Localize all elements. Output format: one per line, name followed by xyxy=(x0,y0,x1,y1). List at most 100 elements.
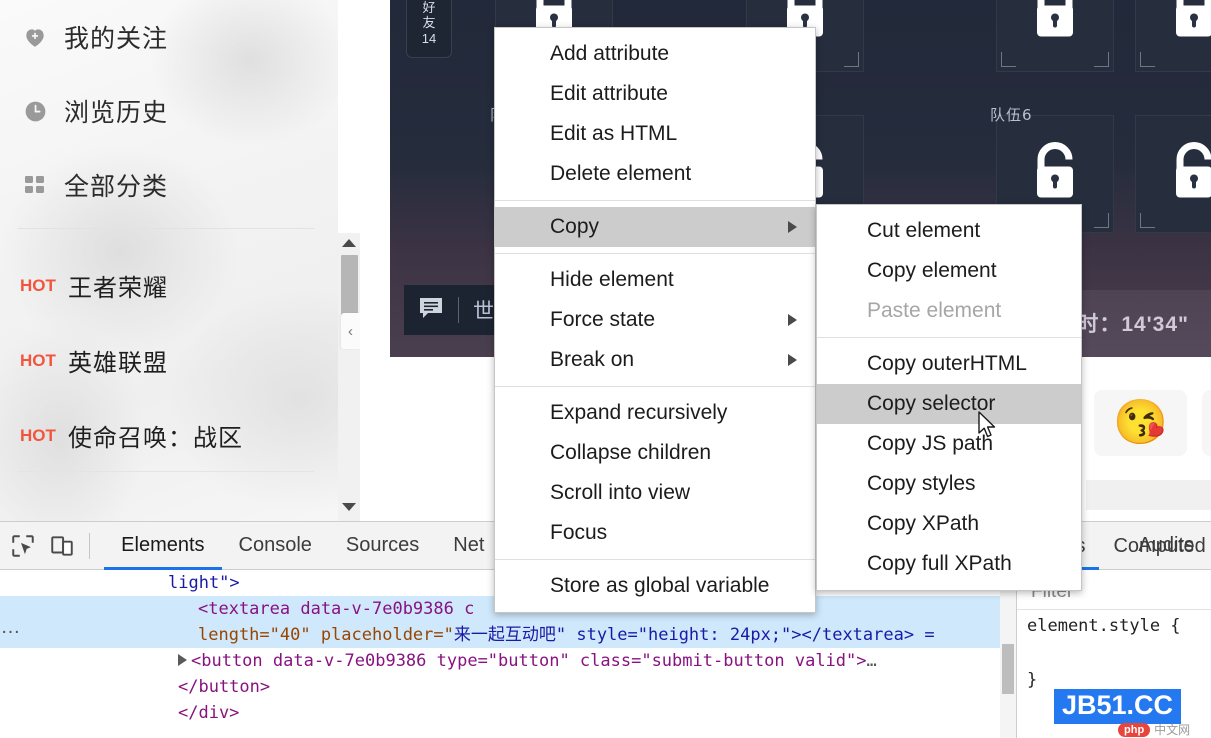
menu-item-scroll-into-view[interactable]: Scroll into view xyxy=(495,473,815,513)
menu-item-cut-element[interactable]: Cut element xyxy=(817,211,1081,251)
watermark-main: JB51.CC xyxy=(1054,689,1181,724)
menu-item-label: Expand recursively xyxy=(550,401,727,425)
menu-item-label: Copy element xyxy=(867,259,997,283)
php-badge: php xyxy=(1118,723,1150,737)
list-item-label: 英雄联盟 xyxy=(68,343,168,378)
tab-label: Console xyxy=(239,534,312,557)
menu-item-label: Add attribute xyxy=(550,42,669,66)
chevron-right-icon xyxy=(788,354,797,366)
list-item[interactable]: HOT 使命召唤：战区 xyxy=(0,398,330,473)
tab-label: Elements xyxy=(121,534,204,557)
tab-sources[interactable]: Sources xyxy=(329,522,436,570)
menu-item-label: Copy full XPath xyxy=(867,552,1012,576)
menu-item-break-on[interactable]: Break on xyxy=(495,340,815,380)
code-line[interactable]: <button data-v-7e0b9386 type="button" cl… xyxy=(0,648,1000,674)
watermark-sub-label: 中文网 xyxy=(1154,721,1190,738)
divider xyxy=(458,297,459,323)
tab-label: Sources xyxy=(346,534,419,557)
elements-scrollbar[interactable] xyxy=(1000,570,1016,738)
menu-item-copy-selector[interactable]: Copy selector xyxy=(817,384,1081,424)
code-token: 来一起互动吧 xyxy=(454,625,556,645)
menu-item-delete-element[interactable]: Delete element xyxy=(495,154,815,194)
menu-divider xyxy=(495,386,815,387)
menu-item-focus[interactable]: Focus xyxy=(495,513,815,553)
tab-console[interactable]: Console xyxy=(222,522,329,570)
menu-item-expand-recursively[interactable]: Expand recursively xyxy=(495,393,815,433)
menu-item-add-attribute[interactable]: Add attribute xyxy=(495,34,815,74)
device-toolbar-icon[interactable] xyxy=(46,526,80,566)
chevron-right-icon xyxy=(788,314,797,326)
menu-divider xyxy=(495,200,815,201)
menu-item-collapse-children[interactable]: Collapse children xyxy=(495,433,815,473)
menu-item-label: Edit as HTML xyxy=(550,122,677,146)
menu-item-copy-full-xpath[interactable]: Copy full XPath xyxy=(817,544,1081,584)
emoji-picker-panel[interactable]: 😘 xyxy=(1086,372,1211,510)
menu-item-hide-element[interactable]: Hide element xyxy=(495,260,815,300)
menu-item-force-state[interactable]: Force state xyxy=(495,300,815,340)
team-slot[interactable] xyxy=(1135,115,1211,233)
context-menu[interactable]: Add attribute Edit attribute Edit as HTM… xyxy=(494,27,816,613)
menu-item-copy-element[interactable]: Copy element xyxy=(817,251,1081,291)
heart-plus-icon xyxy=(22,24,48,50)
code-line[interactable]: </div> xyxy=(0,700,1000,726)
scroll-up-arrow-icon[interactable] xyxy=(338,233,360,253)
tab-computed[interactable]: Computed xyxy=(1099,522,1211,570)
menu-item-label: Force state xyxy=(550,308,655,332)
code-token: </div> xyxy=(178,703,239,723)
sidebar-gutter xyxy=(360,0,376,521)
menu-item-copy-styles[interactable]: Copy styles xyxy=(817,464,1081,504)
list-item[interactable]: HOT 英雄联盟 xyxy=(0,323,330,398)
emoji-panel-footer xyxy=(1086,480,1211,510)
menu-item-paste-element: Paste element xyxy=(817,291,1081,331)
menu-item-copy-xpath[interactable]: Copy XPath xyxy=(817,504,1081,544)
emoji-item[interactable] xyxy=(1202,390,1211,456)
menu-item-store-as-global-variable[interactable]: Store as global variable xyxy=(495,566,815,606)
menu-item-edit-as-html[interactable]: Edit as HTML xyxy=(495,114,815,154)
sidebar-item-my-follow[interactable]: 我的关注 xyxy=(0,0,338,74)
chat-channel-label: 世 xyxy=(473,295,494,325)
team-slot[interactable] xyxy=(996,0,1114,72)
inspect-element-icon[interactable] xyxy=(6,526,40,566)
sidebar-item-label: 我的关注 xyxy=(64,19,168,55)
code-token: <button data-v-7e0b9386 type="button" cl… xyxy=(191,651,867,671)
table-row[interactable]: length="40" placeholder="来一起互动吧" style="… xyxy=(0,622,1000,648)
tab-elements[interactable]: Elements xyxy=(104,522,221,570)
menu-item-label: Delete element xyxy=(550,162,691,186)
expand-triangle-icon[interactable] xyxy=(178,654,187,666)
menu-item-label: Copy xyxy=(550,215,599,239)
friends-tab[interactable]: 好 友 14 xyxy=(406,0,452,58)
code-token: light"> xyxy=(168,573,240,593)
chat-bubble-icon[interactable] xyxy=(418,296,444,325)
screen-root: 我的关注 浏览历史 xyxy=(0,0,1211,738)
lock-open-icon xyxy=(1167,141,1211,208)
menu-item-label: Edit attribute xyxy=(550,82,668,106)
menu-item-copy[interactable]: Copy xyxy=(495,207,815,247)
context-submenu-copy[interactable]: Cut element Copy element Paste element C… xyxy=(816,204,1082,591)
sidebar-collapse-handle[interactable]: ‹ xyxy=(341,313,360,349)
scroll-down-arrow-icon[interactable] xyxy=(338,497,360,517)
team-slot[interactable] xyxy=(1135,0,1211,72)
element-style-rule[interactable]: element.style { xyxy=(1027,616,1181,636)
menu-divider xyxy=(495,559,815,560)
code-line[interactable]: </button> xyxy=(0,674,1000,700)
sidebar-item-all-categories[interactable]: 全部分类 xyxy=(0,148,338,222)
menu-item-label: Store as global variable xyxy=(550,574,769,598)
menu-item-edit-attribute[interactable]: Edit attribute xyxy=(495,74,815,114)
menu-item-copy-outerhtml[interactable]: Copy outerHTML xyxy=(817,344,1081,384)
sidebar-item-browse-history[interactable]: 浏览历史 xyxy=(0,74,338,148)
code-overflow-dots: … xyxy=(0,614,22,640)
menu-item-label: Copy outerHTML xyxy=(867,352,1027,376)
scrollbar-thumb[interactable] xyxy=(1002,644,1014,694)
tab-label: Net xyxy=(453,534,484,557)
site-sidebar: 我的关注 浏览历史 xyxy=(0,0,338,521)
grid-icon xyxy=(22,172,48,198)
emoji-item[interactable]: 😘 xyxy=(1094,390,1187,456)
menu-item-label: Cut element xyxy=(867,219,980,243)
menu-item-copy-js-path[interactable]: Copy JS path xyxy=(817,424,1081,464)
tab-network[interactable]: Net xyxy=(436,522,501,570)
lock-closed-icon xyxy=(1028,0,1082,47)
sidebar-item-label: 浏览历史 xyxy=(64,93,168,129)
list-item[interactable]: HOT 王者荣耀 xyxy=(0,248,330,323)
list-item-label: 王者荣耀 xyxy=(68,268,168,303)
sidebar-nav-list: 我的关注 浏览历史 xyxy=(0,0,338,222)
